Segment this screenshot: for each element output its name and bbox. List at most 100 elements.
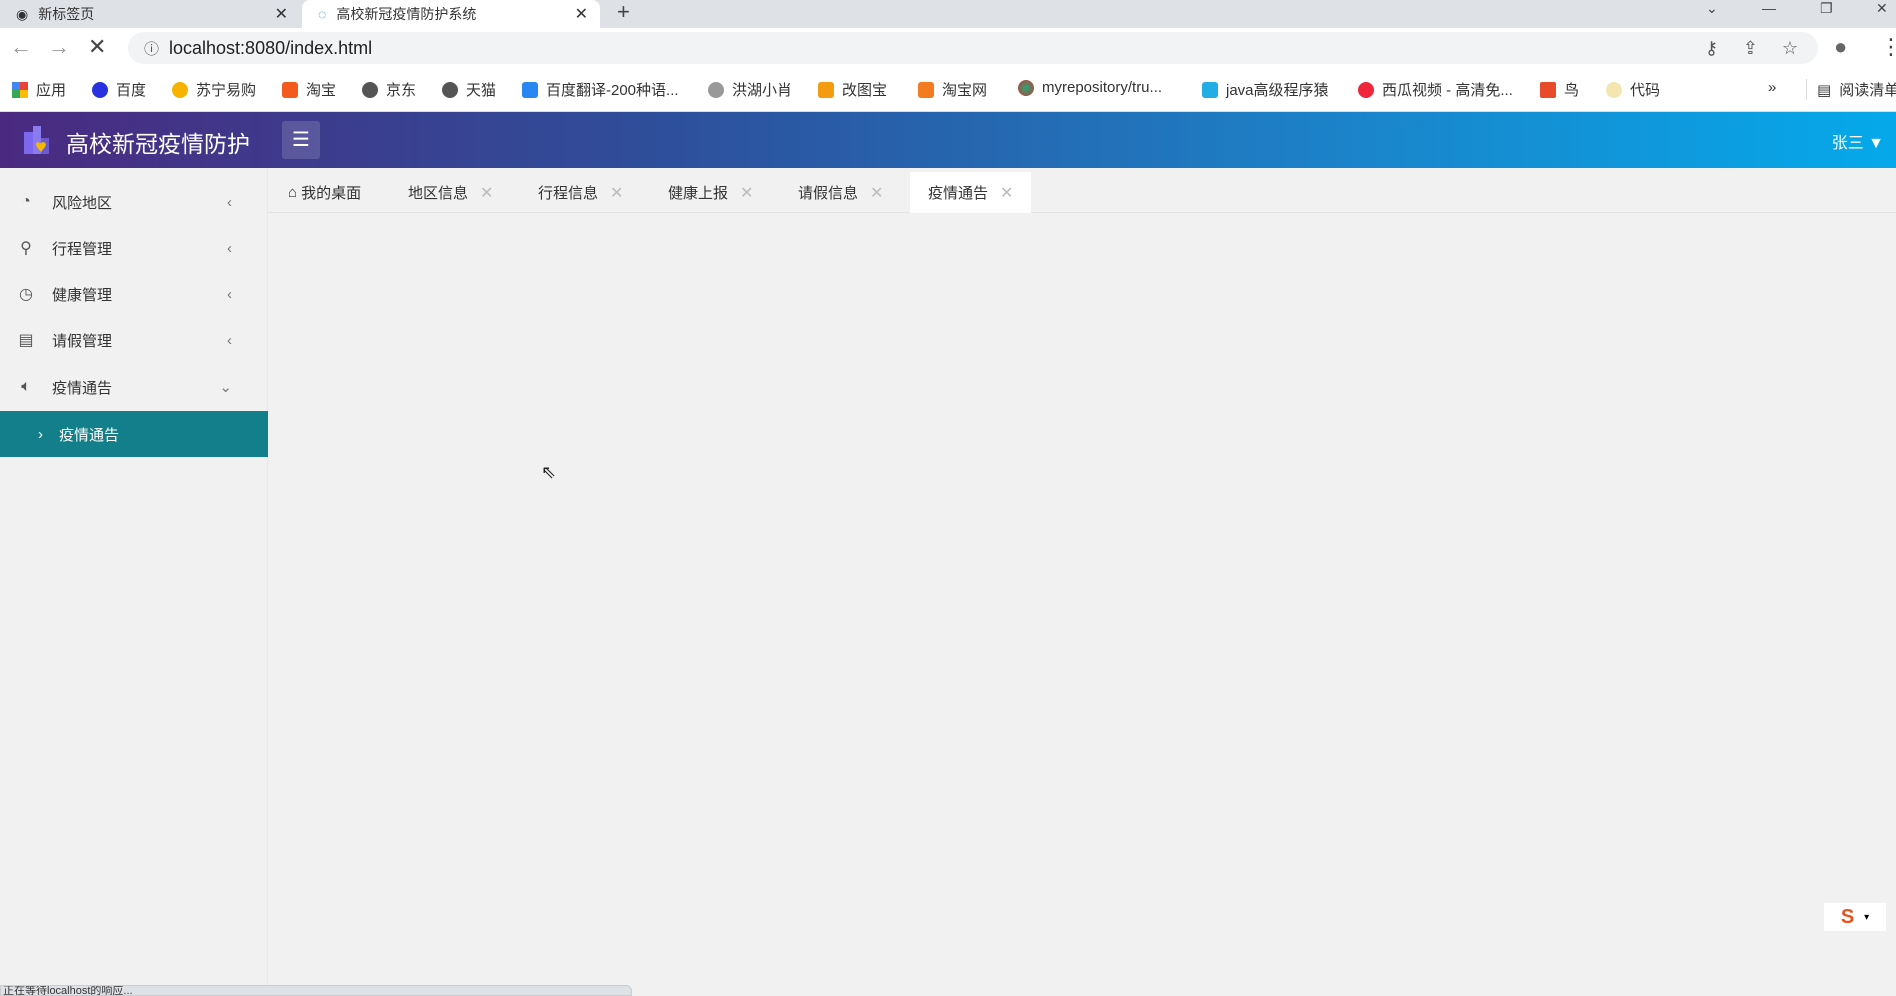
bookmark-item[interactable]: myrepository/tru... [1018, 79, 1162, 96]
tab-leave-info[interactable]: 请假信息 ✕ [798, 172, 883, 213]
sogou-icon: S [1840, 905, 1855, 928]
close-icon[interactable]: ✕ [1000, 183, 1013, 203]
url-text[interactable]: localhost:8080/index.html [169, 38, 372, 59]
loading-spinner-icon: ◌ [318, 6, 327, 22]
caret-down-icon: ▼ [1868, 135, 1884, 152]
bookmark-item[interactable]: 淘宝网 [918, 79, 987, 100]
chevron-left-icon: ‹ [227, 239, 232, 257]
xigua-icon [1358, 81, 1374, 98]
tab-desktop[interactable]: ⌂ 我的桌面 [288, 172, 361, 213]
sidebar-item-trip[interactable]: ⚲ 行程管理 ‹ [0, 225, 268, 271]
close-icon[interactable]: ✕ [610, 183, 623, 203]
bird-icon [1540, 81, 1556, 98]
bookmark-item[interactable]: 百度翻译-200种语... [522, 79, 679, 100]
tab-region-info[interactable]: 地区信息 ✕ [408, 172, 493, 213]
location-icon: ⚲ [20, 240, 32, 257]
mouse-cursor-icon: ⇖ [541, 462, 557, 482]
apps-grid-icon [12, 81, 28, 98]
chevron-left-icon: ‹ [227, 285, 232, 303]
sidebar-item-health[interactable]: ◷ 健康管理 ‹ [0, 271, 268, 317]
globe-icon: ◔ [21, 193, 31, 210]
baidu-icon [92, 81, 108, 98]
home-icon: ⌂ [288, 184, 298, 201]
reading-list[interactable]: ▤ 阅读清单 [1806, 79, 1896, 100]
chevron-left-icon: ‹ [227, 331, 232, 349]
chrome-icon: ◉ [16, 5, 29, 22]
bookmark-item[interactable]: 洪湖小肖 [708, 79, 792, 100]
suning-icon [172, 81, 188, 98]
caret-down-icon: ▾ [1864, 911, 1870, 923]
address-bar[interactable]: ⓘ localhost:8080/index.html ⚷ ⇪ ☆ [128, 32, 1818, 64]
tab-search-icon[interactable]: ⌄ [1706, 0, 1718, 17]
document-icon: ▤ [18, 332, 34, 349]
bookmark-item[interactable]: java高级程序猿 [1202, 79, 1329, 100]
menu-kebab-icon[interactable]: ⋮ [1880, 34, 1896, 60]
tab-notice[interactable]: 疫情通告 ✕ [910, 172, 1032, 213]
tab-trip-info[interactable]: 行程信息 ✕ [538, 172, 623, 213]
globe-icon [362, 81, 378, 98]
bookmark-item[interactable]: 改图宝 [818, 79, 887, 100]
close-window-icon[interactable]: ✕ [1876, 0, 1888, 17]
back-icon[interactable]: ← [10, 34, 32, 60]
info-icon[interactable]: ⓘ [144, 38, 159, 59]
chevron-right-icon: › [38, 425, 43, 443]
submenu-item-notice[interactable]: › 疫情通告 [0, 411, 268, 457]
taobao-icon [282, 81, 298, 98]
bookmark-item[interactable]: 西瓜视频 - 高清免... [1358, 79, 1513, 100]
health-icon: ◷ [19, 286, 33, 303]
star-icon[interactable]: ☆ [1782, 38, 1798, 59]
close-icon[interactable]: ✕ [870, 183, 883, 203]
reading-list-icon: ▤ [1817, 81, 1832, 99]
sidebar: ◔ 风险地区 ‹ ⚲ 行程管理 ‹ ◷ 健康管理 ‹ ▤ 请假管理 ‹ 🔈︎ 疫情通告 ⌄ › 疫情通… [0, 168, 268, 986]
bookmark-item[interactable]: 淘宝 [282, 79, 336, 100]
share-icon[interactable]: ⇪ [1743, 38, 1758, 59]
chevron-left-icon: ‹ [227, 193, 232, 211]
browser-tabstrip: ◉ 新标签页 ✕ ◌ 高校新冠疫情防护系统 ✕ + ⌄ — ❐ ✕ [0, 0, 1896, 28]
minimize-icon[interactable]: — [1762, 0, 1776, 16]
bookmark-item[interactable]: 天猫 [442, 79, 496, 100]
close-icon[interactable]: ✕ [740, 183, 753, 203]
profile-avatar-icon[interactable]: ● [1834, 34, 1847, 60]
sidebar-item-risk-area[interactable]: ◔ 风险地区 ‹ [0, 179, 268, 225]
address-toolbar: ← → ✕ ⓘ localhost:8080/index.html ⚷ ⇪ ☆ … [0, 28, 1896, 66]
ime-widget[interactable]: S ▾ [1824, 903, 1886, 931]
close-tab-icon[interactable]: ✕ [575, 4, 588, 24]
bookmark-item[interactable]: 鸟 [1540, 79, 1579, 100]
browser-tab-active[interactable]: ◌ 高校新冠疫情防护系统 ✕ [302, 0, 600, 28]
hamburger-icon: ☰ [292, 129, 310, 151]
bilibili-icon [1202, 81, 1218, 98]
user-menu[interactable]: 张三 ▼ [1832, 129, 1884, 153]
gaitubao-icon [818, 81, 834, 98]
close-icon[interactable]: ✕ [480, 183, 493, 203]
bookmark-item[interactable]: 百度 [92, 79, 146, 100]
logo-icon [24, 126, 49, 154]
browser-tab-newtab[interactable]: ◉ 新标签页 ✕ [0, 0, 300, 28]
bookmark-apps[interactable]: 应用 [12, 79, 66, 100]
restore-icon[interactable]: ❐ [1820, 0, 1833, 17]
tab-health-report[interactable]: 健康上报 ✕ [668, 172, 753, 213]
bookmarks-overflow[interactable]: » [1768, 79, 1776, 96]
menu-toggle-button[interactable]: ☰ [282, 121, 320, 159]
forward-icon[interactable]: → [48, 34, 70, 60]
translate-icon [522, 81, 538, 98]
close-tab-icon[interactable]: ✕ [275, 4, 288, 24]
sidebar-item-notice[interactable]: 🔈︎ 疫情通告 ⌄ [0, 364, 268, 410]
stop-loading-icon[interactable]: ✕ [88, 34, 106, 60]
new-tab-button[interactable]: + [617, 0, 630, 24]
taobao-icon [918, 81, 934, 98]
bookmark-item[interactable]: 苏宁易购 [172, 79, 256, 100]
bookmarks-bar: 应用 百度 苏宁易购 淘宝 京东 天猫 百度翻译-200种语... 洪湖小肖 改… [0, 66, 1896, 112]
globe-icon [442, 81, 458, 98]
key-icon[interactable]: ⚷ [1705, 38, 1718, 59]
page-tabs: ⌂ 我的桌面 地区信息 ✕ 行程信息 ✕ 健康上报 ✕ 请假信息 ✕ 疫情通告 ✕ [268, 168, 1896, 213]
app-brand: 高校新冠疫情防护 [66, 131, 250, 157]
bookmark-item[interactable]: 京东 [362, 79, 416, 100]
chevron-down-icon: ⌄ [219, 379, 232, 396]
bookmark-item[interactable]: 代码 [1606, 79, 1660, 100]
chrome-icon [1018, 79, 1034, 96]
sidebar-item-leave[interactable]: ▤ 请假管理 ‹ [0, 317, 268, 363]
bird-icon [708, 81, 724, 98]
code-icon [1606, 81, 1622, 98]
speaker-icon: 🔈︎ [21, 378, 31, 395]
status-bar: 正在等待localhost的响应... [0, 985, 632, 996]
